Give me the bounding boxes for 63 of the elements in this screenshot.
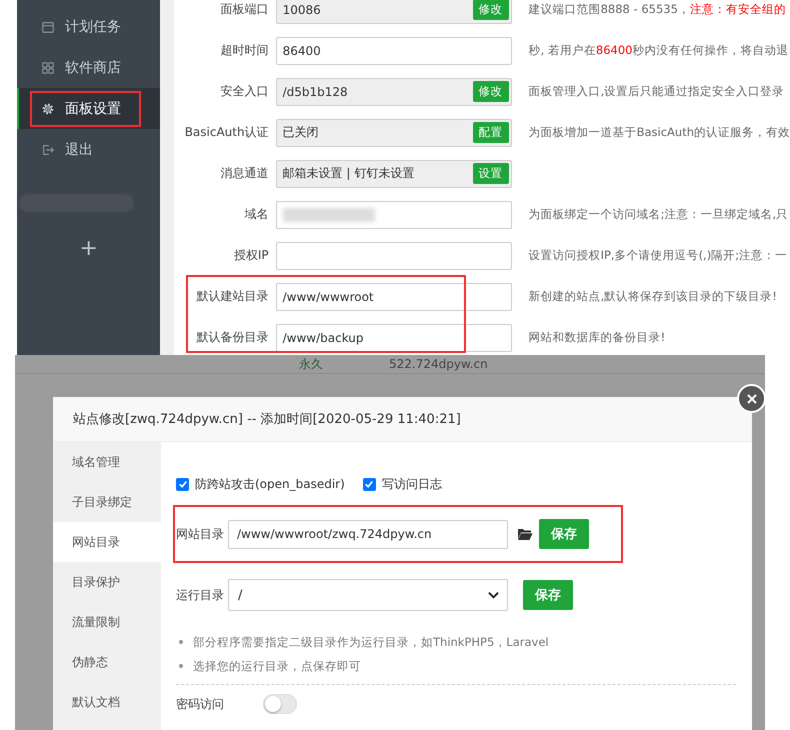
field-label: 授权IP: [232, 247, 269, 264]
input-field[interactable]: /www/backup: [276, 324, 512, 352]
sidebar-item[interactable]: 面板设置: [17, 88, 160, 129]
directory-dropdown[interactable]: /: [228, 579, 508, 611]
input-field[interactable]: [276, 200, 512, 228]
help-text: 面板管理入口,设置后只能通过指定安全入口登录: [528, 84, 784, 99]
field-label: 运行目录: [176, 586, 225, 604]
field-label: BasicAuth认证: [184, 124, 269, 141]
tab[interactable]: 域名管理: [53, 442, 161, 482]
sidebar-item[interactable]: 软件商店: [17, 47, 160, 88]
sidebar-item[interactable]: 退出: [17, 129, 160, 170]
help-text: 设置访问授权IP,多个请使用逗号(,)隔开;注意：一: [528, 248, 788, 263]
dialog-title: 站点修改[zwq.724dpyw.cn] -- 添加时间[2020-05-29 11:40:21]: [73, 411, 461, 428]
input-field[interactable]: 邮箱未设置 | 钉钉未设置 设置: [276, 160, 512, 188]
input-field[interactable]: 10086 修改: [276, 0, 512, 24]
help-text: 为面板绑定一个访问域名;注意：一旦绑定域名,只: [528, 207, 788, 222]
field-label: 默认备份目录: [196, 329, 269, 346]
tab[interactable]: 目录保护: [53, 562, 161, 602]
checkbox[interactable]: [176, 478, 189, 490]
help-text: 为面板增加一道基于BasicAuth的认证服务，有效: [528, 125, 790, 140]
checkbox-label: 防跨站攻击(open_basedir): [195, 476, 345, 492]
bullet-icon: [179, 640, 183, 644]
tab[interactable]: 伪静态: [53, 642, 161, 682]
input-field[interactable]: 已关闭 配置: [276, 118, 512, 146]
tip-text: 选择您的运行目录，点保存即可: [193, 658, 361, 674]
help-text: 建议端口范围8888 - 65535，注意：有安全组的: [528, 2, 786, 17]
tab[interactable]: 子目录绑定: [53, 482, 161, 522]
help-text: 秒, 若用户在86400秒内没有任何操作，将自动退: [528, 43, 788, 58]
input-field[interactable]: [276, 242, 512, 270]
exit-icon: [41, 142, 55, 156]
tab[interactable]: 网站目录: [53, 522, 161, 562]
close-icon: [746, 392, 758, 404]
table-cell: 永久: [299, 356, 323, 372]
grid-icon: [41, 60, 55, 74]
tab[interactable]: 流量限制: [53, 602, 161, 642]
bullet-icon: [179, 664, 183, 668]
chevron-down-icon: [488, 591, 499, 599]
field-label: 网站目录: [176, 526, 225, 542]
field-label: 密码访问: [176, 696, 225, 712]
tip-text: 部分程序需要指定二级目录作为运行目录，如ThinkPHP5，Laravel: [193, 634, 549, 650]
field-label: 域名: [244, 206, 269, 223]
input-field[interactable]: 86400: [276, 36, 512, 64]
field-label: 安全入口: [220, 83, 269, 100]
checkbox[interactable]: [362, 478, 376, 490]
settings-icon: [41, 102, 55, 116]
help-text: 新创建的站点,默认将保存到该目录的下级目录!: [528, 289, 777, 304]
table-cell: 522.724dpyw.cn: [389, 357, 488, 371]
field-label: 默认建站目录: [196, 288, 269, 305]
toggle-switch[interactable]: [263, 694, 297, 714]
checkbox-label: 写访问日志: [382, 476, 442, 492]
tab[interactable]: 默认文档: [53, 682, 161, 722]
field-label: 超时时间: [220, 42, 269, 59]
add-button[interactable]: +: [75, 238, 102, 260]
folder-icon[interactable]: [517, 527, 533, 541]
calendar-icon: [41, 20, 55, 34]
field-label: 面板端口: [220, 1, 269, 18]
input-field[interactable]: /d5b1b128 修改: [276, 78, 512, 106]
input-field[interactable]: /www/wwwroot: [276, 282, 512, 310]
sidebar-item[interactable]: 计划任务: [17, 6, 160, 47]
close-button[interactable]: [737, 384, 766, 413]
path-input[interactable]: /www/wwwroot/zwq.724dpyw.cn: [228, 520, 508, 548]
help-text: 网站和数据库的备份目录!: [528, 330, 666, 345]
field-label: 消息通道: [220, 165, 269, 182]
